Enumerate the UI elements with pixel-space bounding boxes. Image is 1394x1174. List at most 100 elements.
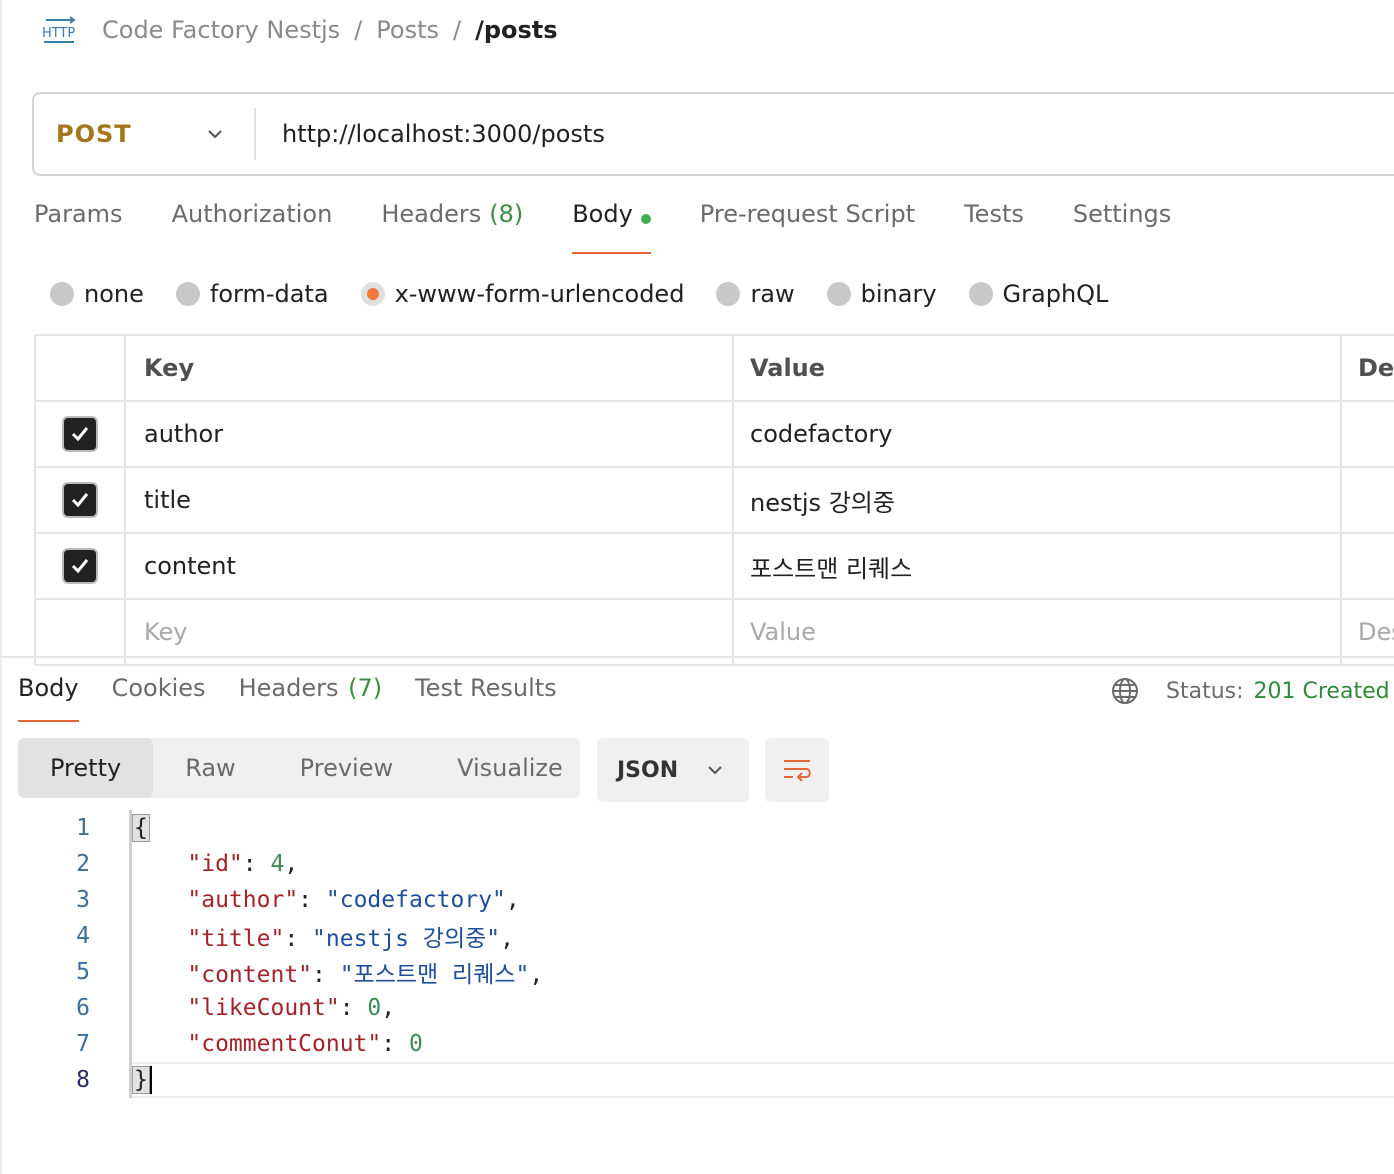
param-description[interactable] [1342, 534, 1394, 598]
line-number: 7 [76, 1031, 90, 1057]
checkbox-checked[interactable] [62, 482, 98, 518]
code-line-current: 8 } [0, 1062, 1394, 1098]
response-code-editor[interactable]: 1 { 2 "id": 4, 3 "author": "codefactory"… [0, 810, 1394, 1098]
response-tab-test-results[interactable]: Test Results [415, 674, 557, 722]
radio-button-selected[interactable] [360, 282, 385, 306]
param-key[interactable]: title [126, 468, 734, 532]
table-row: content 포스트맨 리퀘스 [36, 534, 1394, 600]
line-number: 3 [76, 887, 90, 913]
response-headers-count: (7) [348, 674, 383, 702]
breadcrumb-request-name[interactable]: /posts [475, 16, 557, 44]
radio-button[interactable] [50, 282, 74, 306]
breadcrumb-folder[interactable]: Posts [376, 16, 439, 44]
tab-label: Tests [964, 200, 1024, 228]
radio-button[interactable] [716, 282, 741, 306]
param-key[interactable]: author [126, 402, 734, 466]
row-checkbox-cell [36, 468, 126, 532]
response-tab-body[interactable]: Body [18, 674, 79, 722]
tab-authorization[interactable]: Authorization [172, 200, 333, 254]
param-description[interactable] [1342, 468, 1394, 532]
radio-x-www-form-urlencoded[interactable]: x-www-form-urlencoded [360, 280, 684, 308]
json-number: 4 [270, 851, 285, 877]
row-checkbox-cell [36, 600, 126, 664]
tab-settings[interactable]: Settings [1073, 200, 1171, 254]
response-tab-cookies[interactable]: Cookies [112, 674, 206, 722]
json-number: 0 [367, 995, 382, 1021]
tab-tests[interactable]: Tests [964, 200, 1024, 254]
header-checkbox-column [36, 336, 126, 400]
tab-label: Pre-request Script [699, 200, 916, 228]
code-line: 2 "id": 4, [0, 846, 1394, 882]
param-description[interactable] [1342, 402, 1394, 466]
status-value[interactable]: 201 Created [1254, 679, 1390, 704]
json-key: "commentConut" [187, 1031, 382, 1057]
radio-button[interactable] [175, 282, 200, 306]
checkmark-icon [71, 493, 89, 508]
code-line: 4 "title": "nestjs 강의중", [0, 918, 1394, 954]
json-key: "likeCount" [187, 995, 340, 1021]
param-value[interactable]: nestjs 강의중 [734, 468, 1342, 532]
breadcrumb-collection[interactable]: Code Factory Nestjs [102, 16, 340, 44]
response-view-modes: Pretty Raw Preview Visualize [18, 738, 580, 798]
body-type-selector: none form-data x-www-form-urlencoded raw… [50, 276, 1140, 312]
checkbox-checked[interactable] [62, 548, 98, 584]
urlencoded-params-table: Key Value Des author codefactory title n… [34, 334, 1394, 666]
view-raw-button[interactable]: Raw [153, 738, 267, 798]
view-preview-button[interactable]: Preview [268, 738, 425, 798]
param-value[interactable]: codefactory [734, 402, 1342, 466]
new-value-input[interactable]: Value [734, 600, 1342, 664]
json-number: 0 [408, 1031, 423, 1057]
checkbox-checked[interactable] [62, 416, 98, 452]
url-input[interactable]: http://localhost:3000/posts [256, 120, 605, 148]
response-pane-divider[interactable] [0, 656, 1394, 658]
radio-binary[interactable]: binary [826, 280, 937, 308]
tab-label: Authorization [171, 200, 333, 228]
line-number: 4 [76, 923, 90, 949]
line-number: 1 [76, 815, 90, 841]
view-pretty-button[interactable]: Pretty [18, 738, 154, 798]
chevron-down-icon [208, 130, 222, 139]
method-select[interactable]: POST [34, 108, 256, 160]
column-header-key: Key [126, 336, 734, 400]
code-line: 6 "likeCount": 0, [0, 990, 1394, 1026]
column-header-value: Value [734, 336, 1342, 400]
tab-body[interactable]: Body [572, 200, 651, 254]
line-number: 2 [76, 851, 90, 877]
close-brace: } [132, 1065, 150, 1094]
http-icon: HTTP [40, 15, 80, 45]
radio-form-data[interactable]: form-data [175, 280, 329, 308]
json-key: "title" [187, 926, 285, 952]
view-visualize-button[interactable]: Visualize [425, 738, 595, 798]
radio-label: none [84, 280, 144, 308]
new-description-input[interactable]: Des [1342, 600, 1394, 664]
body-indicator-dot [640, 214, 651, 224]
breadcrumb-separator: / [452, 16, 462, 44]
url-bar: POST http://localhost:3000/posts [32, 92, 1394, 176]
new-key-input[interactable]: Key [126, 600, 734, 664]
tab-label: Cookies [111, 674, 206, 702]
tab-label: Test Results [415, 674, 557, 702]
tab-headers[interactable]: Headers (8) [381, 200, 523, 254]
response-format-select[interactable]: JSON [597, 738, 749, 802]
wrap-lines-button[interactable] [765, 738, 829, 802]
tab-params[interactable]: Params [34, 200, 123, 254]
tab-label: Params [34, 200, 123, 228]
globe-icon[interactable] [1110, 676, 1140, 706]
param-value[interactable]: 포스트맨 리퀘스 [734, 534, 1342, 598]
table-row: author codefactory [36, 402, 1394, 468]
tab-label: Settings [1072, 200, 1172, 228]
line-number: 8 [76, 1067, 90, 1093]
tab-pre-request-script[interactable]: Pre-request Script [700, 200, 915, 254]
radio-none[interactable]: none [50, 280, 144, 308]
param-key[interactable]: content [126, 534, 734, 598]
tab-label: Headers [238, 674, 339, 702]
radio-label: binary [860, 280, 937, 308]
code-line: 1 { [0, 810, 1394, 846]
checkmark-icon [71, 559, 89, 574]
response-tab-headers[interactable]: Headers (7) [239, 674, 383, 722]
radio-graphql[interactable]: GraphQL [968, 280, 1108, 308]
radio-raw[interactable]: raw [716, 280, 795, 308]
radio-button[interactable] [826, 282, 851, 306]
radio-button[interactable] [968, 282, 993, 306]
line-number: 6 [76, 995, 90, 1021]
